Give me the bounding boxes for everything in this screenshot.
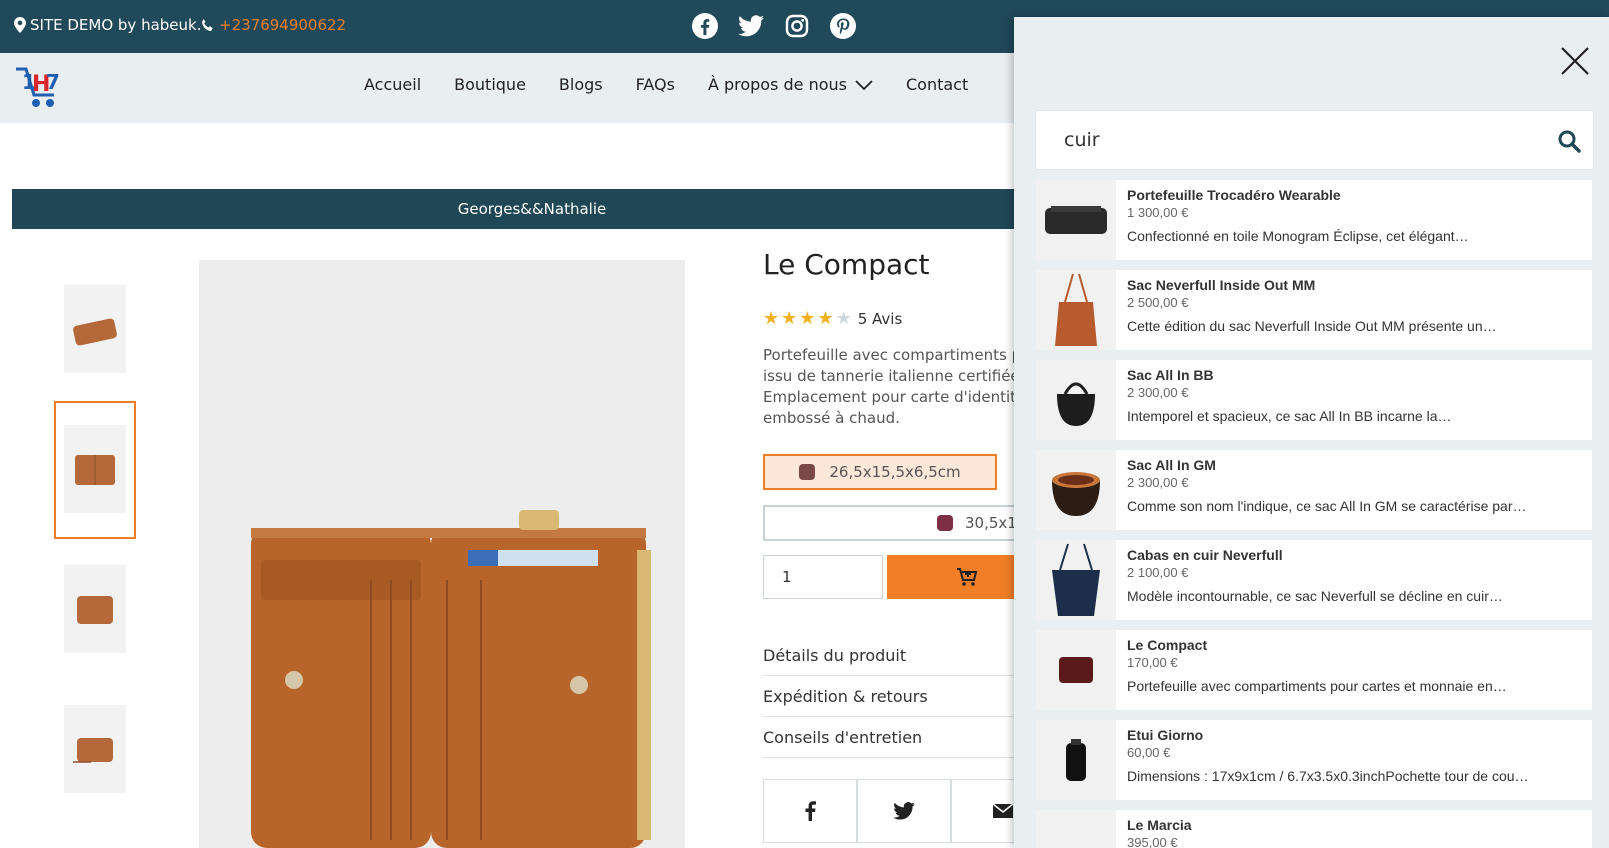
nav-item-contact[interactable]: Contact: [906, 75, 968, 94]
social-links: [692, 13, 856, 39]
accordion-product-details[interactable]: Détails du produit: [763, 635, 1053, 676]
svg-text:7: 7: [46, 70, 60, 94]
search-input[interactable]: [1036, 111, 1536, 169]
map-pin-icon: [14, 17, 26, 33]
gallery-thumb-4[interactable]: [64, 705, 126, 793]
share-twitter-button[interactable]: [857, 779, 951, 843]
accordion-shipping-returns[interactable]: Expédition & retours: [763, 676, 1053, 717]
result-description: Modèle incontournable, ce sac Neverfull …: [1127, 588, 1503, 604]
result-price: 395,00 €: [1127, 835, 1178, 848]
phone-icon: [202, 18, 213, 31]
gallery-thumb-2[interactable]: [64, 425, 126, 513]
accordion-care-tips[interactable]: Conseils d'entretien: [763, 717, 1053, 758]
phone-number[interactable]: +237694900622: [219, 16, 346, 34]
search-result-item[interactable]: Le Compact 170,00 € Portefeuille avec co…: [1036, 630, 1592, 710]
result-name[interactable]: Sac All In BB: [1127, 367, 1214, 383]
pinterest-icon[interactable]: [830, 13, 856, 39]
result-price: 1 300,00 €: [1127, 205, 1189, 220]
nav-item-blogs[interactable]: Blogs: [559, 75, 603, 94]
result-description: Comme son nom l'indique, ce sac All In G…: [1127, 498, 1527, 514]
quantity-input[interactable]: 1: [763, 555, 883, 599]
result-description: Dimensions : 17x9x1cm / 6.7x3.5x0.3inchP…: [1127, 768, 1529, 784]
search-result-item[interactable]: Cabas en cuir Neverfull 2 100,00 € Modèl…: [1036, 540, 1592, 620]
result-name[interactable]: Le Compact: [1127, 637, 1207, 653]
search-result-item[interactable]: Sac Neverfull Inside Out MM 2 500,00 € C…: [1036, 270, 1592, 350]
share-facebook-button[interactable]: [763, 779, 857, 843]
search-result-item[interactable]: Portefeuille Trocadéro Wearable 1 300,00…: [1036, 180, 1592, 260]
result-description: Portefeuille avec compartiments pour car…: [1127, 678, 1507, 694]
result-price: 2 100,00 €: [1127, 565, 1189, 580]
facebook-icon: [805, 801, 816, 821]
result-description: Cette édition du sac Neverfull Inside Ou…: [1127, 318, 1497, 334]
result-name[interactable]: Sac All In GM: [1127, 457, 1216, 473]
nav-menu: Accueil Boutique Blogs FAQs À propos de …: [364, 75, 968, 94]
search-panel: Portefeuille Trocadéro Wearable 1 300,00…: [1014, 17, 1609, 848]
phone-link[interactable]: +237694900622: [200, 16, 346, 34]
result-name[interactable]: Le Marcia: [1127, 817, 1192, 833]
twitter-icon: [893, 802, 915, 820]
search-icon[interactable]: [1557, 129, 1581, 153]
product-rating[interactable]: ★ ★ ★ ★ ★ 5 Avis: [763, 308, 902, 329]
chevron-down-icon[interactable]: [855, 79, 873, 91]
instagram-icon[interactable]: [784, 13, 810, 39]
close-icon[interactable]: [1560, 46, 1590, 76]
result-price: 170,00 €: [1127, 655, 1178, 670]
result-thumbnail: [1036, 180, 1116, 260]
result-thumbnail: [1036, 810, 1116, 848]
result-thumbnail: [1036, 720, 1116, 800]
result-name[interactable]: Etui Giorno: [1127, 727, 1203, 743]
result-price: 2 300,00 €: [1127, 385, 1189, 400]
review-count[interactable]: 5 Avis: [858, 310, 903, 328]
result-price: 60,00 €: [1127, 745, 1171, 760]
star-icon: ★: [781, 308, 798, 329]
facebook-icon[interactable]: [692, 13, 718, 39]
star-icon: ★: [817, 308, 834, 329]
result-thumbnail: [1036, 270, 1116, 350]
variant-option-selected[interactable]: 26,5x15,5x6,5cm: [763, 454, 997, 490]
site-logo[interactable]: 1 H 7: [14, 65, 62, 111]
result-thumbnail: [1036, 450, 1116, 530]
search-result-item[interactable]: Le Marcia 395,00 €: [1036, 810, 1592, 848]
result-description: Intemporel et spacieux, ce sac All In BB…: [1127, 408, 1452, 424]
result-name[interactable]: Sac Neverfull Inside Out MM: [1127, 277, 1315, 293]
gallery-thumb-3[interactable]: [64, 565, 126, 653]
result-thumbnail: [1036, 360, 1116, 440]
search-result-item[interactable]: Sac All In GM 2 300,00 € Comme son nom l…: [1036, 450, 1592, 530]
product-title: Le Compact: [763, 248, 930, 281]
star-icon: ★: [763, 308, 780, 329]
result-description: Confectionné en toile Monogram Éclipse, …: [1127, 228, 1469, 244]
brand-banner: Georges&&Nathalie: [12, 189, 1052, 229]
mail-icon: [992, 803, 1014, 818]
search-result-item[interactable]: Etui Giorno 60,00 € Dimensions : 17x9x1c…: [1036, 720, 1592, 800]
result-price: 2 300,00 €: [1127, 475, 1189, 490]
product-description: Portefeuille avec compartiments pour iss…: [763, 346, 1033, 427]
brand-banner-text: Georges&&Nathalie: [457, 200, 607, 218]
nav-item-a-propos[interactable]: À propos de nous: [708, 75, 873, 94]
search-result-item[interactable]: Sac All In BB 2 300,00 € Intemporel et s…: [1036, 360, 1592, 440]
result-thumbnail: [1036, 540, 1116, 620]
twitter-icon[interactable]: [738, 13, 764, 39]
result-price: 2 500,00 €: [1127, 295, 1189, 310]
nav-item-boutique[interactable]: Boutique: [454, 75, 526, 94]
search-box: [1035, 110, 1594, 170]
color-swatch: [799, 464, 816, 480]
product-main-image[interactable]: [199, 260, 685, 848]
star-empty-icon: ★: [835, 308, 852, 329]
gallery-thumb-1[interactable]: [64, 285, 126, 373]
site-location-text: SITE DEMO by habeuk.: [30, 16, 202, 34]
color-swatch: [937, 515, 953, 531]
nav-item-faqs[interactable]: FAQs: [636, 75, 675, 94]
site-location: SITE DEMO by habeuk.: [14, 16, 201, 34]
result-thumbnail: [1036, 630, 1116, 710]
nav-item-accueil[interactable]: Accueil: [364, 75, 421, 94]
cart-icon: [957, 568, 978, 586]
result-name[interactable]: Portefeuille Trocadéro Wearable: [1127, 187, 1341, 203]
result-name[interactable]: Cabas en cuir Neverfull: [1127, 547, 1283, 563]
star-icon: ★: [799, 308, 816, 329]
